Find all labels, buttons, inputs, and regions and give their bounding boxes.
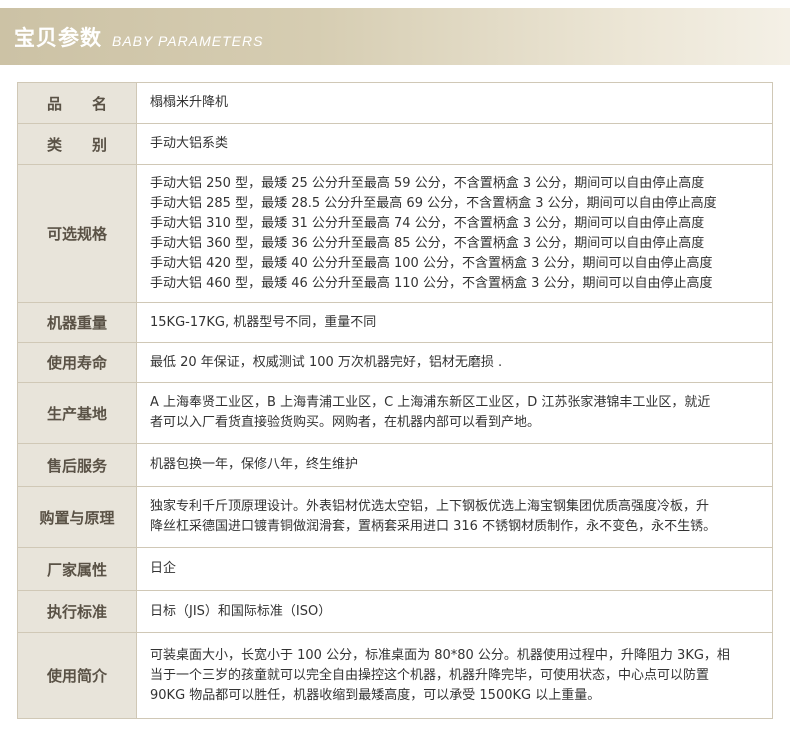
row-value: 手动大铝系类 — [136, 123, 773, 165]
spec-line: 手动大铝 460 型，最矮 46 公分升至最高 110 公分，不含置柄盒 3 公… — [150, 275, 713, 291]
row-value: A 上海奉贤工业区，B 上海青浦工业区，C 上海浦东新区工业区，D 江苏张家港锦… — [136, 382, 773, 444]
row-label: 生产基地 — [17, 382, 137, 444]
row-label: 售后服务 — [17, 443, 137, 487]
table-row-production-base: 生产基地 A 上海奉贤工业区，B 上海青浦工业区，C 上海浦东新区工业区，D 江… — [17, 382, 773, 444]
value-line: A 上海奉贤工业区，B 上海青浦工业区，C 上海浦东新区工业区，D 江苏张家港锦… — [150, 395, 711, 410]
table-row-lifespan: 使用寿命 最低 20 年保证，权威测试 100 万次机器完好，铝材无磨损 . — [17, 342, 773, 383]
row-value: 手动大铝 250 型，最矮 25 公分升至最高 59 公分，不含置柄盒 3 公分… — [136, 164, 773, 303]
table-row-specifications: 可选规格 手动大铝 250 型，最矮 25 公分升至最高 59 公分，不含置柄盒… — [17, 164, 773, 303]
row-value: 可装桌面大小，长宽小于 100 公分，标准桌面为 80*80 公分。机器使用过程… — [136, 632, 773, 719]
row-label: 使用寿命 — [17, 342, 137, 383]
value-line: 当于一个三岁的孩童就可以完全自由操控这个机器，机器升降完毕，可使用状态，中心点可… — [150, 667, 710, 683]
table-row-manufacturer: 厂家属性 日企 — [17, 547, 773, 591]
section-subtitle: BABY PARAMETERS — [112, 32, 264, 49]
row-value: 榻榻米升降机 — [136, 82, 773, 124]
value-line: 降丝杠采德国进口镀青铜做润滑套，置柄套采用进口 316 不锈钢材质制作，永不变色… — [150, 519, 717, 534]
row-value: 15KG-17KG, 机器型号不同，重量不同 — [136, 302, 773, 343]
row-value: 日标（JIS）和国际标准（ISO） — [136, 590, 773, 633]
value-line: 者可以入厂看货直接验货购买。网购者，在机器内部可以看到产地。 — [150, 415, 541, 430]
value-line: 90KG 物品都可以胜任，机器收缩到最矮高度，可以承受 1500KG 以上重量。 — [150, 687, 601, 703]
table-row-usage: 使用简介 可装桌面大小，长宽小于 100 公分，标准桌面为 80*80 公分。机… — [17, 632, 773, 719]
spec-line: 手动大铝 285 型，最矮 28.5 公分升至最高 69 公分，不含置柄盒 3 … — [150, 195, 717, 211]
value-line: 独家专利千斤顶原理设计。外表铝材优选太空铝，上下钢板优选上海宝钢集团优质高强度冷… — [150, 499, 710, 514]
spec-line: 手动大铝 360 型，最矮 36 公分升至最高 85 公分，不含置柄盒 3 公分… — [150, 235, 705, 251]
row-value: 最低 20 年保证，权威测试 100 万次机器完好，铝材无磨损 . — [136, 342, 773, 383]
row-label: 类 别 — [17, 123, 137, 165]
table-row-weight: 机器重量 15KG-17KG, 机器型号不同，重量不同 — [17, 302, 773, 343]
row-value: 日企 — [136, 547, 773, 591]
table-row-category: 类 别 手动大铝系类 — [17, 123, 773, 165]
table-row-purchase-principle: 购置与原理 独家专利千斤顶原理设计。外表铝材优选太空铝，上下钢板优选上海宝钢集团… — [17, 486, 773, 548]
section-title: 宝贝参数 — [14, 25, 102, 50]
parameters-table: 品 名 榻榻米升降机 类 别 手动大铝系类 可选规格 手动大铝 250 型，最矮… — [17, 82, 773, 719]
row-label: 购置与原理 — [17, 486, 137, 548]
row-label: 品 名 — [17, 82, 137, 124]
row-label: 厂家属性 — [17, 547, 137, 591]
row-label: 使用简介 — [17, 632, 137, 719]
row-label: 可选规格 — [17, 164, 137, 303]
table-row-after-sales: 售后服务 机器包换一年，保修八年，终生维护 — [17, 443, 773, 487]
spec-line: 手动大铝 420 型，最矮 40 公分升至最高 100 公分，不含置柄盒 3 公… — [150, 255, 713, 271]
spec-line: 手动大铝 310 型，最矮 31 公分升至最高 74 公分，不含置柄盒 3 公分… — [150, 215, 705, 231]
row-label: 执行标准 — [17, 590, 137, 633]
table-row-standard: 执行标准 日标（JIS）和国际标准（ISO） — [17, 590, 773, 633]
row-value: 机器包换一年，保修八年，终生维护 — [136, 443, 773, 487]
section-header-banner: 宝贝参数 BABY PARAMETERS — [0, 8, 790, 65]
table-row-product-name: 品 名 榻榻米升降机 — [17, 82, 773, 124]
value-line: 可装桌面大小，长宽小于 100 公分，标准桌面为 80*80 公分。机器使用过程… — [150, 647, 730, 663]
row-label: 机器重量 — [17, 302, 137, 343]
spec-line: 手动大铝 250 型，最矮 25 公分升至最高 59 公分，不含置柄盒 3 公分… — [150, 175, 705, 191]
row-value: 独家专利千斤顶原理设计。外表铝材优选太空铝，上下钢板优选上海宝钢集团优质高强度冷… — [136, 486, 773, 548]
